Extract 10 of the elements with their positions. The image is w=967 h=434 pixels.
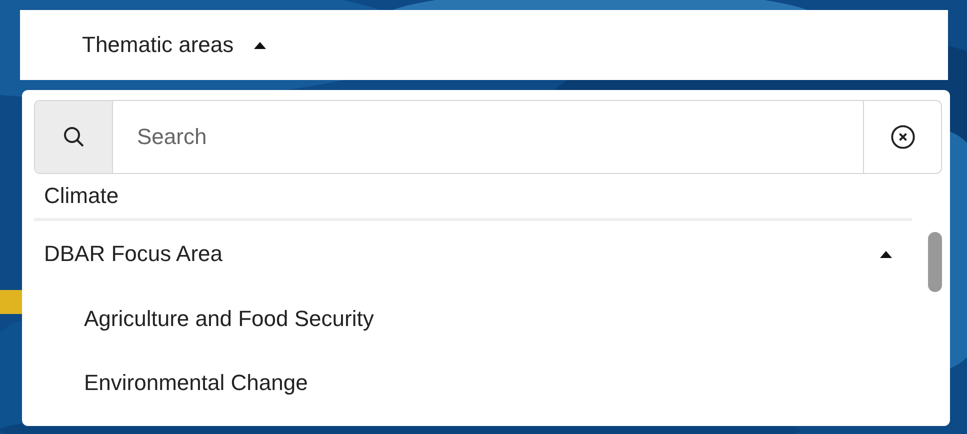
search-icon	[62, 125, 86, 149]
close-icon	[890, 124, 916, 150]
group-item[interactable]: Climate	[34, 174, 912, 221]
search-bar[interactable]: Search	[34, 100, 942, 174]
scrollbar[interactable]	[928, 232, 942, 292]
group-item[interactable]: DBAR Focus Area	[34, 221, 912, 287]
list-item[interactable]: Environmental Change	[34, 351, 912, 415]
clear-button[interactable]	[863, 101, 941, 173]
list-item[interactable]: Agriculture and Food Security	[34, 287, 912, 351]
thematic-areas-toggle[interactable]: Thematic areas	[82, 32, 286, 58]
